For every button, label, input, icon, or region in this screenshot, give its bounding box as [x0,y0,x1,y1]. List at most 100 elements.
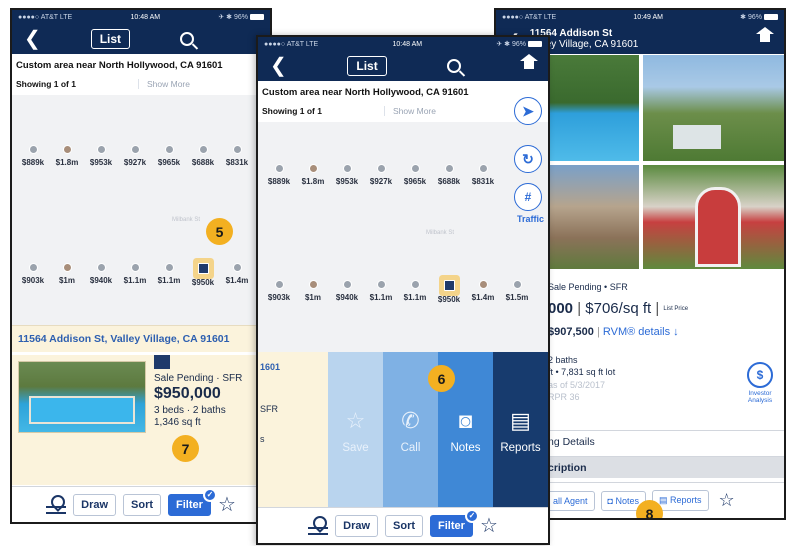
listing-photo[interactable] [18,361,146,433]
map-price-pin[interactable]: $1.8m [52,145,82,167]
pin-price-label: $831k [225,158,249,167]
check-icon: ✓ [202,487,217,502]
pin-price-label: $688k [191,158,215,167]
map-price-pin[interactable]: $953k [332,164,362,186]
refresh-icon[interactable]: ↻ [514,145,542,173]
pin-price-label: $1.4m [471,293,495,302]
map-price-pin[interactable]: $965k [154,145,184,167]
phone-quick-actions: ●●●●○ AT&T LTE 10:48 AM ✈ ✱ 96% ❮ List C… [256,35,550,545]
price-pin-row: $903k $1m $940k $1.1m $1.1m $950k $1.4m $1.5m [264,280,532,304]
map-price-pin[interactable]: $927k [120,145,150,167]
location-pin-icon[interactable] [46,494,67,516]
map-price-pin[interactable]: $1.1m [400,280,430,304]
traffic-button[interactable]: # [514,183,542,211]
map-canvas[interactable]: $889k $1.8m $953k $927k $965k $688k $831k Milb… [258,122,548,352]
draw-button[interactable]: Draw [73,493,117,516]
check-icon: ✓ [464,508,479,523]
map-price-pin[interactable]: $1.4m [468,280,498,304]
back-icon[interactable]: ❮ [270,56,287,76]
map-price-pin[interactable]: $950k [188,263,218,287]
map-price-pin[interactable]: $1m [298,280,328,304]
map-price-pin[interactable]: $688k [434,164,464,186]
step-badge-7: 7 [172,435,199,462]
phone-icon: ✆ [401,408,420,433]
peek-type: SFR [260,404,278,414]
map-price-pin[interactable]: $831k [222,145,252,167]
listing-sqft: 1,346 sq ft [154,417,201,428]
map-price-pin[interactable]: $940k [332,280,362,304]
street-label: Milbank St [172,217,201,223]
photo-gallery[interactable] [548,54,784,274]
bottom-toolbar: Draw Sort Filter ✓ ☆ [258,507,548,543]
photo-backyard[interactable] [642,54,784,162]
step-badge-6: 6 [428,365,455,392]
search-icon[interactable] [180,32,195,46]
map-price-pin[interactable]: $940k [86,263,116,287]
map-price-pin[interactable]: $889k [264,164,294,186]
selected-pin-icon [197,263,209,274]
map-price-pin[interactable]: $1.5m [502,280,532,304]
peek-frag: s [260,434,265,444]
photo-pool-house[interactable] [548,164,640,270]
pin-dot-icon [274,164,284,173]
locate-me-button[interactable]: ➤ [514,97,542,125]
pin-dot-icon [410,280,420,289]
price-pin-row: $889k $1.8m $953k $927k $965k $688k $831k [264,164,498,186]
map-price-pin[interactable]: $903k [264,280,294,304]
listing-card[interactable]: Sale Pending · SFR $950,000 3 beds · 2 b… [12,355,270,485]
map-price-pin[interactable]: $927k [366,164,396,186]
map-canvas[interactable]: $889k $1.8m $953k $927k $965k $688k $831k Milb… [12,95,270,325]
sort-button[interactable]: Sort [385,514,424,537]
map-price-pin[interactable]: $1.4m [222,263,252,287]
star-icon[interactable]: ☆ [719,490,735,511]
map-price-pin[interactable]: $903k [18,263,48,287]
map-price-pin[interactable]: $831k [468,164,498,186]
rvm-details-link[interactable]: RVM® details [603,326,670,338]
clock: 10:48 AM [130,13,161,21]
listing-details-row[interactable]: ng Details [544,430,784,452]
listing-peek[interactable]: 1601 SFR s [258,352,328,512]
reports-label: Reports [500,442,541,454]
map-price-pin[interactable]: $889k [18,145,48,167]
draw-button[interactable]: Draw [335,514,379,537]
list-button[interactable]: List [347,56,387,76]
show-more-link[interactable]: Show More [383,106,436,116]
info-icon[interactable]: ↓ [673,326,679,338]
detail-lot: ft • 7,831 sq ft lot [548,367,616,377]
map-price-pin[interactable]: $950k [434,280,464,304]
map-price-pin[interactable]: $1.1m [120,263,150,287]
call-agent-button[interactable]: all Agent [546,490,595,511]
search-icon[interactable] [447,59,462,73]
listing-price: $950,000 [154,385,221,402]
map-price-pin[interactable]: $1m [52,263,82,287]
filter-button[interactable]: Filter ✓ [168,487,217,516]
description-row[interactable]: cription [544,456,784,478]
home-icon[interactable] [756,27,774,45]
reports-action-button[interactable]: ▤ Reports [493,352,548,512]
detail-status: Sale Pending • SFR [548,282,628,292]
battery-indicator: ✱ 96% [740,13,778,21]
pin-dot-icon [164,145,174,154]
map-price-pin[interactable]: $688k [188,145,218,167]
location-pin-icon[interactable] [308,515,329,537]
map-price-pin[interactable]: $1.8m [298,164,328,186]
photo-front-door[interactable] [642,164,784,270]
map-price-pin[interactable]: $965k [400,164,430,186]
filter-button[interactable]: Filter ✓ [430,508,479,537]
save-action-button[interactable]: ☆ Save [328,352,383,512]
star-icon[interactable]: ☆ [218,492,236,517]
map-price-pin[interactable]: $1.1m [366,280,396,304]
show-more-link[interactable]: Show More [137,79,190,89]
list-button[interactable]: List [90,29,131,49]
carrier: ●●●●○ AT&T LTE [502,13,557,21]
detail-price-per-sqft: $706/sq ft [585,300,652,317]
photo-pool[interactable] [548,54,640,162]
sort-button[interactable]: Sort [123,493,162,516]
star-icon[interactable]: ☆ [480,513,498,538]
home-icon[interactable] [519,54,538,72]
back-icon[interactable]: ❮ [24,29,41,49]
listing-address[interactable]: 11564 Addison St, Valley Village, CA 916… [12,325,270,352]
map-price-pin[interactable]: $1.1m [154,263,184,287]
map-price-pin[interactable]: $953k [86,145,116,167]
investor-analysis[interactable]: $ Investor Analysis [744,362,776,404]
